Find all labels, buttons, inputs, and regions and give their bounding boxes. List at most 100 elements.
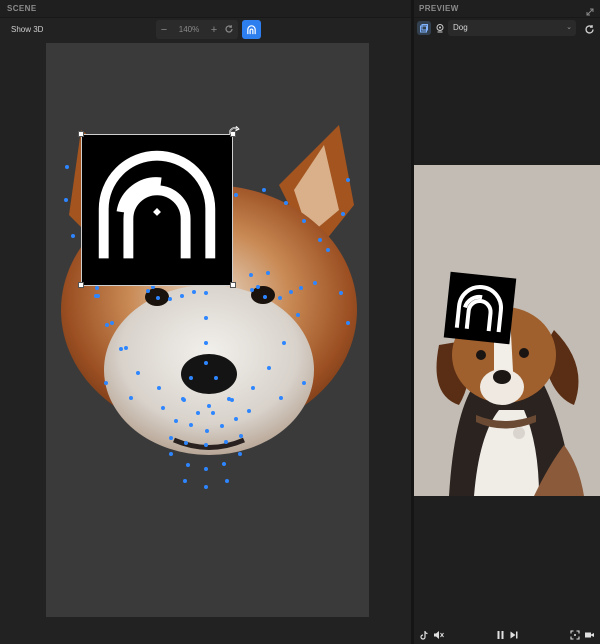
scene-panel-title: SCENE: [0, 0, 411, 18]
preview-source-camera-tab[interactable]: [433, 21, 447, 35]
landmark-dot: [282, 341, 286, 345]
show-3d-toggle[interactable]: Show 3D: [11, 25, 43, 34]
image-stack-icon: [420, 24, 428, 33]
landmark-dot: [204, 341, 208, 345]
resize-handle-bottom-right[interactable]: [230, 282, 236, 288]
landmark-dot: [214, 376, 218, 380]
landmark-dot: [326, 248, 330, 252]
expand-icon[interactable]: [586, 3, 596, 16]
landmark-dot: [284, 201, 288, 205]
landmark-dot: [168, 297, 172, 301]
arch-logo-icon: [454, 285, 503, 333]
preview-source-image-tab[interactable]: [417, 21, 431, 35]
reset-zoom-icon[interactable]: [223, 23, 235, 35]
landmark-dot: [220, 424, 224, 428]
camera-icon[interactable]: [583, 629, 595, 641]
landmark-dot: [278, 296, 282, 300]
scene-canvas[interactable]: [46, 43, 369, 617]
landmark-dot: [124, 346, 128, 350]
arch-logo-icon: [247, 25, 256, 35]
landmark-dot: [110, 321, 114, 325]
landmark-dot: [136, 371, 140, 375]
landmark-dot: [346, 321, 350, 325]
tiktok-icon[interactable]: [418, 629, 430, 641]
landmark-dot: [64, 198, 68, 202]
rotate-handle-icon[interactable]: [227, 125, 241, 139]
step-forward-icon[interactable]: [508, 629, 520, 641]
landmark-dot: [211, 411, 215, 415]
landmark-dot: [184, 441, 188, 445]
landmark-dot: [94, 294, 98, 298]
landmark-dot: [204, 485, 208, 489]
landmark-dot: [146, 289, 150, 293]
landmark-dot: [189, 376, 193, 380]
preview-panel-title: PREVIEW: [414, 0, 600, 18]
landmark-dot: [105, 323, 109, 327]
scene-toolbar: Show 3D − 140% +: [0, 18, 411, 42]
landmark-dot: [289, 290, 293, 294]
landmark-dot: [250, 288, 254, 292]
landmark-dot: [318, 238, 322, 242]
fullscreen-icon[interactable]: [569, 629, 581, 641]
landmark-dot: [180, 294, 184, 298]
preview-source-value: Dog: [453, 23, 468, 32]
landmark-dot: [339, 291, 343, 295]
landmark-dot: [263, 295, 267, 299]
mute-icon[interactable]: [432, 629, 444, 641]
mask-sticker[interactable]: [81, 134, 233, 286]
landmark-dot: [169, 452, 173, 456]
resize-handle-bottom-left[interactable]: [78, 282, 84, 288]
landmark-dot: [104, 381, 108, 385]
mask-toggle-button[interactable]: [242, 20, 261, 39]
landmark-dot: [192, 290, 196, 294]
preview-mask-sticker: [443, 271, 517, 345]
landmark-dot: [204, 291, 208, 295]
landmark-dot: [239, 434, 243, 438]
preview-beagle-image: [414, 165, 600, 496]
resize-handle-top-left[interactable]: [78, 131, 84, 137]
landmark-dot: [204, 361, 208, 365]
landmark-dot: [262, 188, 266, 192]
landmark-dot: [341, 212, 345, 216]
landmark-dot: [129, 396, 133, 400]
landmark-dot: [346, 178, 350, 182]
pause-icon[interactable]: [494, 629, 506, 641]
landmark-dot: [296, 313, 300, 317]
landmark-dot: [267, 366, 271, 370]
webcam-icon: [436, 24, 444, 33]
landmark-dot: [204, 467, 208, 471]
landmark-dot: [279, 396, 283, 400]
playback-bar: [414, 626, 600, 644]
landmark-dot: [65, 165, 69, 169]
preview-source-select[interactable]: Dog ⌄: [448, 20, 576, 36]
landmark-dot: [256, 285, 260, 289]
landmark-dot: [225, 479, 229, 483]
landmark-dot: [156, 296, 160, 300]
landmark-dot: [224, 440, 228, 444]
preview-panel: PREVIEW Dog ⌄: [414, 0, 600, 644]
landmark-dot: [266, 271, 270, 275]
landmark-dot: [71, 234, 75, 238]
landmark-dot: [181, 397, 185, 401]
landmark-dot: [189, 423, 193, 427]
preview-toolbar: Dog ⌄: [414, 18, 600, 40]
zoom-in-button[interactable]: +: [206, 20, 222, 39]
zoom-level: 140%: [178, 25, 200, 34]
chevron-down-icon: ⌄: [566, 24, 572, 31]
landmark-dot: [302, 381, 306, 385]
landmark-dot: [119, 347, 123, 351]
landmark-dot: [186, 463, 190, 467]
landmark-dot: [207, 404, 211, 408]
landmark-dot: [302, 219, 306, 223]
reload-icon[interactable]: [584, 22, 596, 34]
landmark-dot: [204, 443, 208, 447]
landmark-dot: [227, 397, 231, 401]
landmark-dot: [247, 409, 251, 413]
landmark-dot: [169, 436, 173, 440]
landmark-dot: [234, 193, 238, 197]
landmark-dot: [238, 452, 242, 456]
landmark-dot: [249, 273, 253, 277]
landmark-dot: [161, 406, 165, 410]
landmark-dot: [234, 417, 238, 421]
zoom-out-button[interactable]: −: [156, 20, 172, 39]
